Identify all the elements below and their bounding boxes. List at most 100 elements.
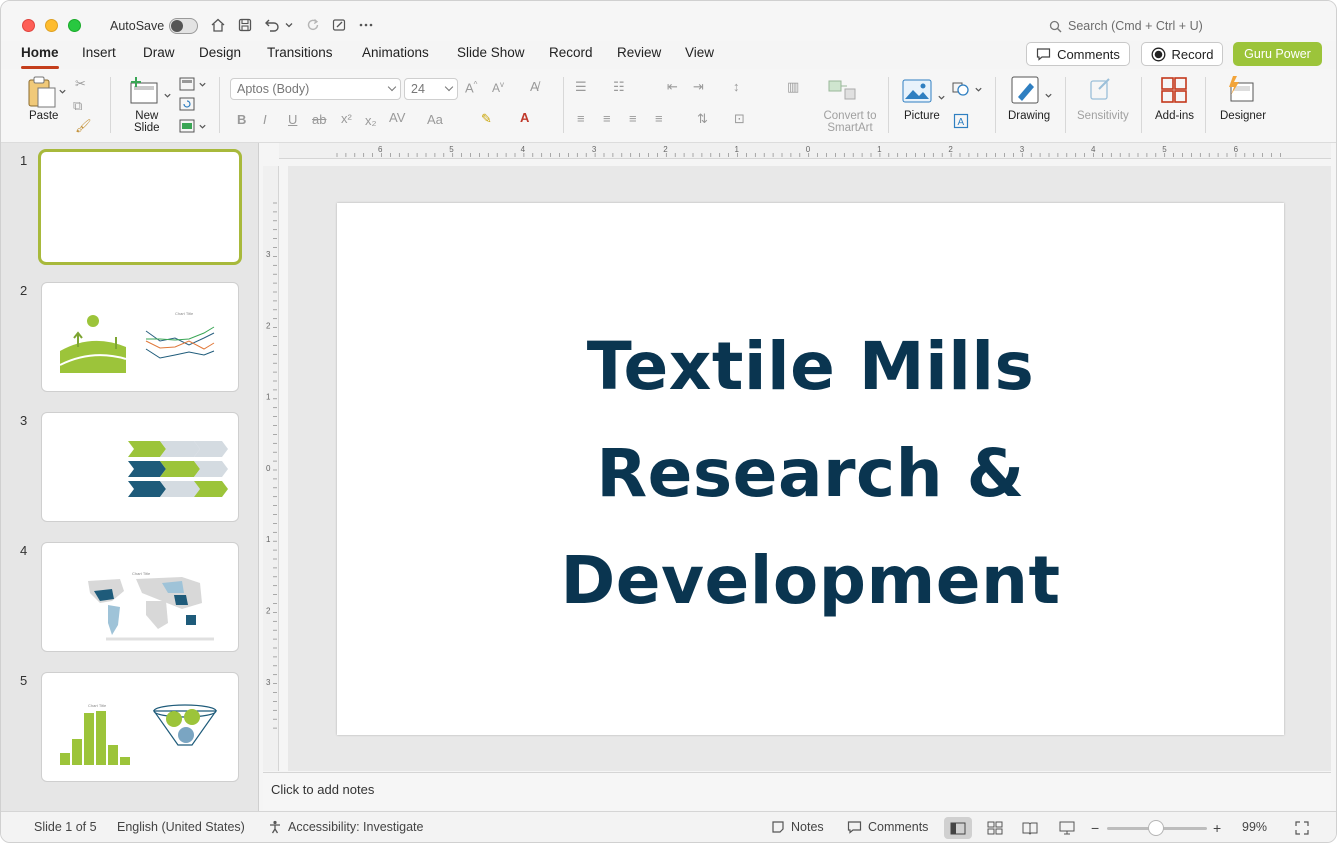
increase-indent-icon[interactable]: ⇥ bbox=[693, 79, 704, 95]
copy-icon[interactable]: ⧉ bbox=[73, 98, 82, 114]
zoom-in-button[interactable]: + bbox=[1213, 820, 1221, 836]
zoom-percentage[interactable]: 99% bbox=[1242, 820, 1267, 834]
new-slide-label[interactable]: New Slide bbox=[134, 110, 160, 134]
tab-animations[interactable]: Animations bbox=[362, 45, 429, 67]
layout-dropdown-icon[interactable] bbox=[196, 74, 208, 94]
tab-record[interactable]: Record bbox=[549, 45, 593, 67]
redo-icon[interactable] bbox=[303, 15, 323, 35]
subscript-icon[interactable]: x₂ bbox=[365, 113, 377, 128]
undo-icon[interactable] bbox=[262, 15, 282, 35]
picture-icon[interactable] bbox=[902, 79, 932, 105]
smartart-icon[interactable] bbox=[827, 77, 857, 105]
current-slide[interactable]: Textile Mills Research & Development bbox=[337, 203, 1284, 735]
justify-icon[interactable]: ≡ bbox=[655, 111, 663, 126]
superscript-icon[interactable]: x² bbox=[341, 111, 352, 126]
designer-icon[interactable] bbox=[1225, 75, 1257, 107]
reading-view-button[interactable] bbox=[1016, 817, 1044, 839]
tab-insert[interactable]: Insert bbox=[82, 45, 116, 67]
zoom-window-button[interactable] bbox=[68, 19, 81, 32]
text-direction-icon[interactable]: ⇅ bbox=[697, 111, 708, 127]
new-slide-dropdown-icon[interactable] bbox=[161, 85, 173, 105]
numbering-icon[interactable]: ☷ bbox=[613, 79, 625, 95]
highlight-icon[interactable]: ✎ bbox=[481, 111, 492, 127]
sensitivity-label[interactable]: Sensitivity bbox=[1077, 110, 1129, 122]
slide-sorter-button[interactable] bbox=[981, 817, 1009, 839]
tab-review[interactable]: Review bbox=[617, 45, 661, 67]
decrease-font-size-icon[interactable]: Av bbox=[492, 80, 504, 95]
layout-icon[interactable] bbox=[177, 74, 197, 94]
italic-icon[interactable]: I bbox=[263, 112, 267, 127]
tab-draw[interactable]: Draw bbox=[143, 45, 175, 67]
drawing-label[interactable]: Drawing bbox=[1008, 110, 1050, 122]
minimize-window-button[interactable] bbox=[45, 19, 58, 32]
paste-button-label[interactable]: Paste bbox=[29, 110, 58, 122]
change-case-icon[interactable]: Aa bbox=[427, 112, 443, 127]
accessibility-status[interactable]: Accessibility: Investigate bbox=[268, 820, 423, 834]
convert-smartart-label[interactable]: Convert to SmartArt bbox=[823, 110, 877, 134]
underline-icon[interactable]: U bbox=[288, 112, 297, 127]
tab-home[interactable]: Home bbox=[21, 45, 59, 69]
autosave-toggle[interactable] bbox=[169, 18, 198, 34]
more-options-icon[interactable] bbox=[356, 15, 376, 35]
increase-font-size-icon[interactable]: A^ bbox=[465, 80, 477, 95]
notes-pane[interactable]: Click to add notes bbox=[263, 772, 1331, 810]
search-box[interactable]: Search (Cmd + Ctrl + U) bbox=[1049, 19, 1203, 33]
strikethrough-icon[interactable]: ab bbox=[312, 112, 326, 127]
clear-formatting-icon[interactable]: A̸ bbox=[530, 79, 539, 94]
notes-toggle[interactable]: Notes bbox=[771, 820, 824, 834]
slide-show-button[interactable] bbox=[1053, 817, 1081, 839]
addins-icon[interactable] bbox=[1159, 76, 1189, 106]
tab-view[interactable]: View bbox=[685, 45, 714, 67]
drawing-dropdown-icon[interactable] bbox=[1042, 85, 1054, 105]
align-left-icon[interactable]: ≡ bbox=[577, 111, 585, 126]
language-indicator[interactable]: English (United States) bbox=[117, 820, 245, 834]
undo-dropdown-icon[interactable] bbox=[282, 15, 296, 35]
addins-label[interactable]: Add-ins bbox=[1155, 110, 1194, 122]
normal-view-button[interactable] bbox=[944, 817, 972, 839]
sensitivity-icon[interactable] bbox=[1086, 75, 1116, 105]
paste-dropdown-icon[interactable] bbox=[56, 81, 68, 101]
picture-label[interactable]: Picture bbox=[904, 110, 940, 122]
section-dropdown-icon[interactable] bbox=[196, 116, 208, 136]
home-icon[interactable] bbox=[208, 15, 228, 35]
line-spacing-icon[interactable]: ↕ bbox=[733, 79, 740, 94]
align-right-icon[interactable]: ≡ bbox=[629, 111, 637, 126]
columns-icon[interactable]: ▥ bbox=[787, 79, 799, 95]
format-painter-icon[interactable]: 🖌 bbox=[75, 118, 92, 134]
guru-power-button[interactable]: Guru Power bbox=[1233, 42, 1322, 66]
reset-icon[interactable] bbox=[177, 94, 197, 114]
slide-thumbnail-1[interactable] bbox=[38, 149, 242, 265]
comments-button[interactable]: Comments bbox=[1026, 42, 1130, 66]
font-color-icon[interactable]: A bbox=[520, 110, 529, 125]
zoom-out-button[interactable]: − bbox=[1091, 820, 1099, 836]
section-icon[interactable] bbox=[177, 116, 197, 136]
font-size-select[interactable]: 24 bbox=[404, 78, 458, 100]
zoom-slider-handle[interactable] bbox=[1148, 820, 1164, 836]
drawing-icon[interactable] bbox=[1010, 75, 1040, 107]
tab-transitions[interactable]: Transitions bbox=[267, 45, 333, 67]
shapes-icon[interactable] bbox=[951, 79, 971, 99]
align-text-icon[interactable]: ⊡ bbox=[734, 111, 745, 127]
designer-label[interactable]: Designer bbox=[1220, 110, 1266, 122]
fit-to-window-button[interactable] bbox=[1288, 817, 1316, 839]
close-window-button[interactable] bbox=[22, 19, 35, 32]
slide-thumbnail-2[interactable]: Chart Title bbox=[41, 282, 239, 392]
align-center-icon[interactable]: ≡ bbox=[603, 111, 611, 126]
picture-dropdown-icon[interactable] bbox=[935, 87, 947, 107]
customize-toolbar-icon[interactable] bbox=[329, 15, 349, 35]
slide-thumbnail-4[interactable]: Chart Title bbox=[41, 542, 239, 652]
slide-thumbnail-3[interactable] bbox=[41, 412, 239, 522]
text-box-icon[interactable]: A bbox=[951, 111, 971, 131]
bold-icon[interactable]: B bbox=[237, 112, 246, 127]
tab-slide-show[interactable]: Slide Show bbox=[457, 45, 525, 67]
font-name-select[interactable]: Aptos (Body) bbox=[230, 78, 401, 100]
bullets-icon[interactable]: ☰ bbox=[575, 79, 587, 95]
slide-title[interactable]: Textile Mills Research & Development bbox=[337, 313, 1284, 634]
save-icon[interactable] bbox=[235, 15, 255, 35]
shapes-dropdown-icon[interactable] bbox=[972, 79, 984, 99]
comments-toggle[interactable]: Comments bbox=[847, 820, 928, 834]
tab-design[interactable]: Design bbox=[199, 45, 241, 67]
slide-thumbnail-5[interactable]: Chart Title bbox=[41, 672, 239, 782]
new-slide-icon[interactable] bbox=[127, 75, 161, 107]
decrease-indent-icon[interactable]: ⇤ bbox=[667, 79, 678, 95]
